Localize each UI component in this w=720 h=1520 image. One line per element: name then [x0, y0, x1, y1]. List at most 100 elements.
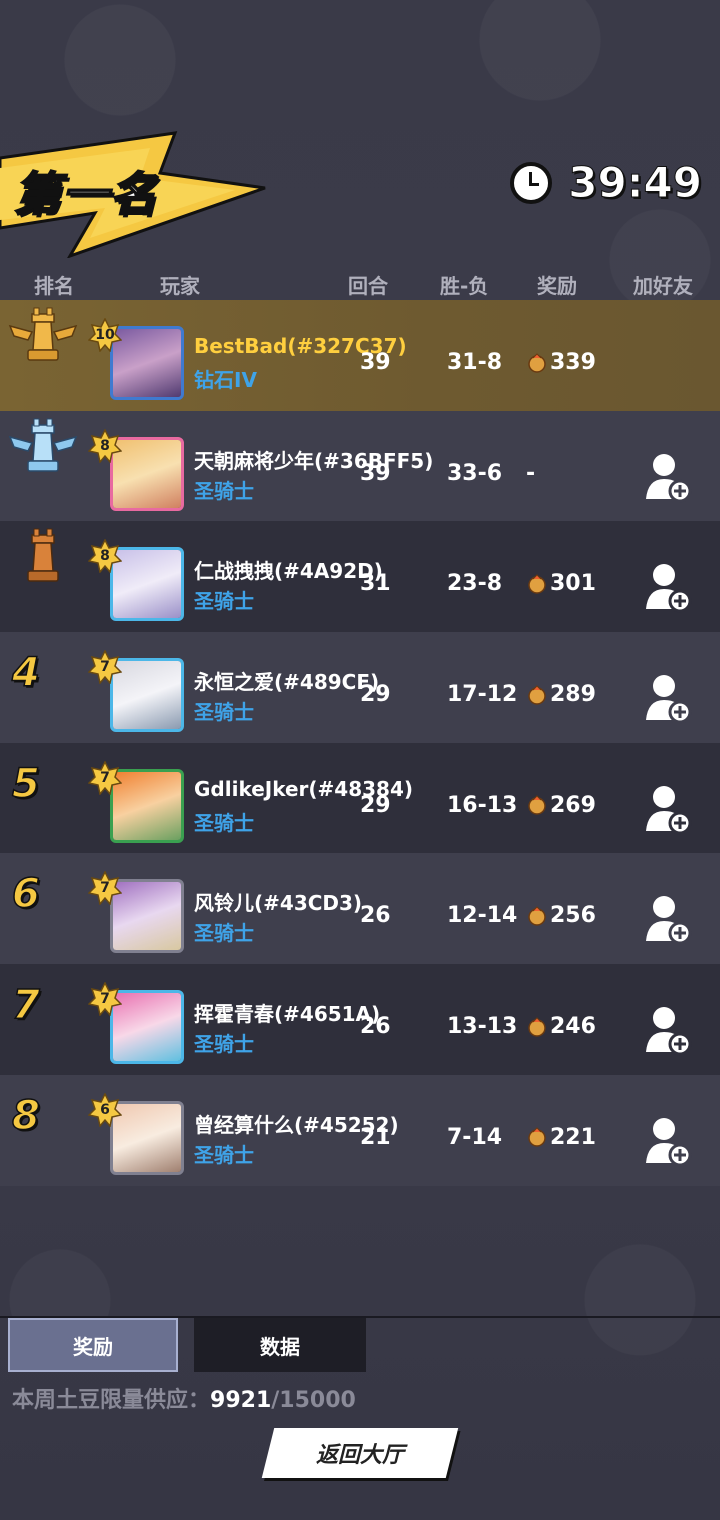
- potato-coin-icon: [528, 352, 546, 373]
- rounds-value: 26: [360, 903, 391, 929]
- rounds-value: 21: [360, 1124, 391, 1150]
- table-row[interactable]: 7 7 挥霍青春(#4651A) 圣骑士 26 13-13 246: [0, 964, 720, 1075]
- potato-coin-icon: [528, 1127, 546, 1148]
- table-row[interactable]: 4 7 永恒之爱(#489CF) 圣骑士 29 17-12 289: [0, 632, 720, 743]
- potato-coin-icon: [528, 906, 546, 926]
- table-row[interactable]: 8 天朝麻将少年(#36BFF5) 圣骑士 39 33-6 -: [0, 410, 720, 522]
- reward: -: [526, 461, 535, 486]
- reward-value: 246: [550, 1014, 596, 1040]
- col-rounds: 回合: [348, 274, 388, 298]
- add-friend-icon[interactable]: [644, 1115, 692, 1167]
- player-name: 永恒之爱(#489CF): [194, 670, 380, 695]
- player-title: 圣骑士: [194, 700, 254, 725]
- level-badge: 6: [100, 1101, 110, 1118]
- rank-number: 6: [11, 871, 40, 919]
- player-title: 钻石IV: [194, 368, 257, 392]
- tab-data[interactable]: 数据: [194, 1318, 366, 1372]
- player-title: 圣骑士: [194, 1142, 254, 1167]
- add-friend-icon[interactable]: [644, 561, 692, 613]
- rounds-value: 39: [360, 460, 391, 486]
- reward: 221: [526, 1125, 596, 1150]
- rounds-value: 26: [360, 1014, 391, 1040]
- add-friend-icon[interactable]: [644, 1004, 692, 1056]
- table-row[interactable]: 6 7 风铃儿(#43CD3) 圣骑士 26 12-14 256: [0, 853, 720, 965]
- reward-value: 269: [550, 792, 596, 818]
- reward-value: 256: [550, 903, 596, 929]
- col-reward: 奖励: [537, 274, 577, 298]
- level-badge: 10: [95, 327, 115, 343]
- back-to-lobby-button[interactable]: 返回大厅: [261, 1428, 459, 1478]
- table-row[interactable]: 8 6 曾经算什么(#45252) 圣骑士 21 7-14 221: [0, 1074, 720, 1186]
- level-badge: 8: [100, 437, 110, 454]
- level-badge: 8: [100, 548, 110, 565]
- col-win-loss: 胜-负: [440, 274, 489, 298]
- player-title: 圣骑士: [194, 921, 254, 946]
- win-loss-value: 23-8: [447, 571, 503, 597]
- add-friend-icon[interactable]: [644, 783, 692, 835]
- rank-number: 5: [11, 760, 40, 808]
- level-badge: 7: [100, 769, 110, 786]
- win-loss-value: 13-13: [447, 1014, 518, 1040]
- potato-coin-icon: [528, 684, 546, 705]
- bronze-rook-trophy-icon: [27, 528, 59, 583]
- level-badge: 7: [100, 659, 110, 676]
- add-friend-icon[interactable]: [644, 893, 692, 945]
- reward-value: 289: [550, 682, 596, 708]
- rounds-value: 29: [360, 792, 391, 818]
- rounds-value: 29: [360, 682, 391, 708]
- column-headers: 排名 玩家 回合 胜-负 奖励 加好友: [0, 270, 720, 298]
- player-name: 风铃儿(#43CD3): [194, 891, 363, 916]
- rounds-value: 39: [360, 350, 391, 375]
- timer: 39:49: [510, 158, 703, 208]
- rank-number: 4: [11, 649, 40, 697]
- table-row[interactable]: 8 仁战拽拽(#4A92D) 圣骑士 31 23-8 301: [0, 521, 720, 633]
- col-rank: 排名: [34, 274, 74, 298]
- reward-value: 301: [550, 571, 596, 597]
- reward-value: 221: [550, 1124, 596, 1150]
- win-loss-value: 33-6: [447, 460, 503, 486]
- rank-number: 7: [11, 981, 40, 1029]
- table-row[interactable]: 5 7 GdlikeJker(#48384) 圣骑士 29 16-13 269: [0, 742, 720, 854]
- player-name: 仁战拽拽(#4A92D): [194, 559, 383, 584]
- col-add-friend: 加好友: [633, 274, 693, 298]
- page-title: 第一名: [13, 166, 158, 222]
- col-player: 玩家: [160, 274, 200, 298]
- rounds-value: 31: [360, 571, 391, 597]
- reward-value: -: [526, 460, 536, 486]
- level-badge: 7: [100, 991, 110, 1008]
- add-friend-icon[interactable]: [644, 451, 692, 503]
- win-loss-value: 31-8: [447, 350, 503, 375]
- reward: 256: [526, 903, 596, 928]
- tab-reward[interactable]: 奖励: [8, 1318, 178, 1372]
- reward-value: 339: [550, 350, 596, 375]
- player-title: 圣骑士: [194, 810, 254, 835]
- gold-rook-trophy-icon: [8, 307, 78, 361]
- win-loss-value: 16-13: [447, 792, 518, 818]
- reward: 301: [526, 571, 596, 596]
- tab-bar: 奖励 数据: [0, 1318, 720, 1372]
- supply-max: /15000: [271, 1388, 356, 1413]
- add-friend-icon[interactable]: [644, 672, 692, 724]
- player-title: 圣骑士: [194, 1032, 254, 1057]
- supply-value: 9921: [210, 1388, 272, 1413]
- clock-icon: [510, 161, 553, 204]
- player-title: 圣骑士: [194, 589, 254, 614]
- player-title: 圣骑士: [194, 478, 254, 503]
- supply-label: 本周土豆限量供应：: [12, 1388, 211, 1413]
- potato-coin-icon: [528, 574, 546, 594]
- reward: 339: [526, 350, 596, 375]
- level-badge: 7: [100, 880, 110, 897]
- potato-supply: 本周土豆限量供应：9921/15000: [12, 1382, 356, 1414]
- player-name: 挥霍青春(#4651A): [194, 1002, 381, 1027]
- ranking-list: 10 BestBad(#327C37) 钻石IV 39 31-8 339 8 天…: [0, 300, 720, 1186]
- silver-rook-trophy-icon: [8, 418, 78, 472]
- reward: 269: [526, 793, 596, 818]
- win-loss-value: 7-14: [447, 1124, 503, 1150]
- back-to-lobby-label: 返回大厅: [315, 1443, 404, 1468]
- table-row[interactable]: 10 BestBad(#327C37) 钻石IV 39 31-8 339: [0, 300, 720, 411]
- potato-coin-icon: [528, 1016, 546, 1037]
- win-loss-value: 17-12: [447, 682, 518, 708]
- player-name: 天朝麻将少年(#36BFF5): [194, 448, 434, 473]
- win-loss-value: 12-14: [447, 903, 518, 929]
- timer-text: 39:49: [568, 158, 703, 208]
